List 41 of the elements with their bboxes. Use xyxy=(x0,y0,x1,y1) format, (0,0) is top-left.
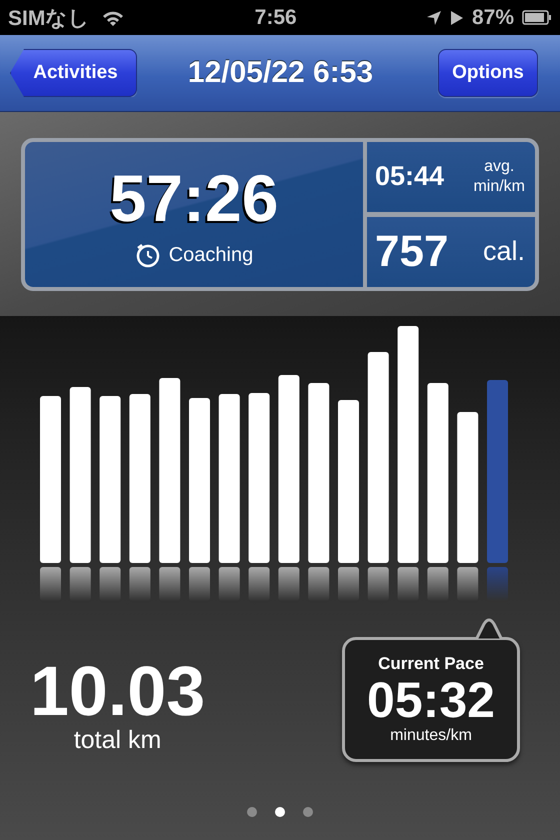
coaching-text: Coaching xyxy=(168,244,254,266)
distance-unit: total km xyxy=(74,726,162,755)
distance-value: 10.03 xyxy=(30,656,206,726)
bar-reflection xyxy=(368,567,389,601)
clock-text: 7:56 xyxy=(254,6,297,30)
bar-reflection xyxy=(218,567,240,601)
bar-reflection xyxy=(278,567,300,601)
bar-reflection xyxy=(487,567,508,601)
battery-icon xyxy=(522,10,552,25)
page-dot[interactable] xyxy=(275,807,285,817)
page-dot[interactable] xyxy=(247,807,257,817)
callout-title: Current Pace xyxy=(378,654,484,674)
bar-reflection xyxy=(40,567,61,601)
bar-reflection xyxy=(129,567,150,601)
unit-label: min/km xyxy=(473,176,525,196)
bar-reflection xyxy=(457,567,478,601)
calories-text: 757 xyxy=(375,226,448,276)
bar-reflection xyxy=(159,567,180,601)
bar-reflection xyxy=(70,567,91,601)
bar-reflection xyxy=(427,567,448,601)
current-pace-unit: minutes/km xyxy=(390,726,472,745)
battery-text: 87% xyxy=(472,6,514,30)
duration-text: 57:26 xyxy=(110,160,278,236)
avg-label: avg. xyxy=(484,157,514,176)
page-dot[interactable] xyxy=(303,807,313,817)
back-button[interactable]: Activities xyxy=(10,49,137,97)
bar-reflection xyxy=(100,567,121,601)
bar-reflection xyxy=(308,567,330,601)
bar-reflection xyxy=(398,567,419,601)
avg-pace-text: 05:44 xyxy=(375,161,444,192)
play-icon xyxy=(450,10,464,26)
carrier-text: SIMなし xyxy=(8,6,90,32)
calories-unit: cal. xyxy=(482,236,525,267)
bar-reflection xyxy=(248,567,270,601)
bar-reflection xyxy=(189,567,210,601)
nav-title: 12/05/22 6:53 xyxy=(188,56,374,90)
stopwatch-icon xyxy=(134,242,161,268)
current-pace-value: 05:32 xyxy=(367,674,495,727)
location-icon xyxy=(426,10,442,26)
bar-reflection xyxy=(338,567,359,601)
options-button[interactable]: Options xyxy=(438,49,538,97)
